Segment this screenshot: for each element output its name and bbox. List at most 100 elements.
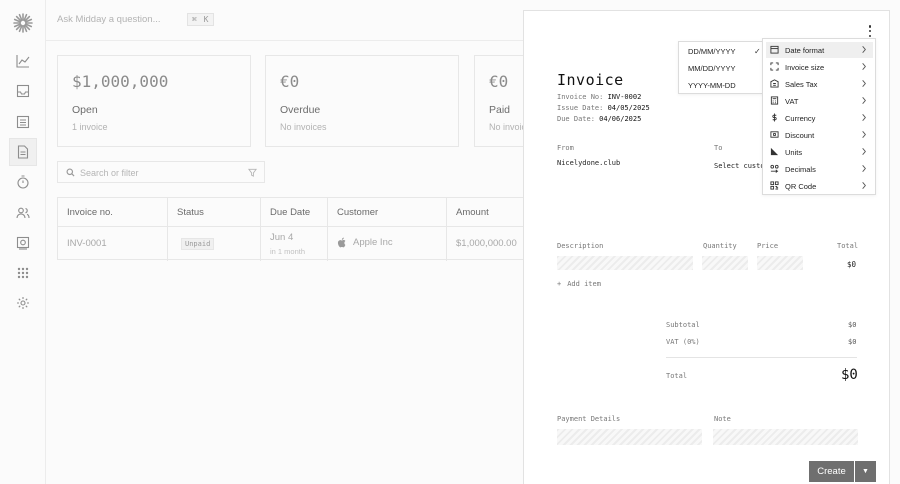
chevron-right-icon bbox=[862, 46, 866, 53]
midday-logo-icon[interactable] bbox=[13, 13, 33, 33]
filter-icon[interactable] bbox=[248, 168, 257, 177]
date-format-option[interactable]: DD/MM/YYYY bbox=[688, 47, 736, 56]
issue-date[interactable]: 04/05/2025 bbox=[608, 104, 650, 112]
add-item-button[interactable]: + Add item bbox=[557, 280, 601, 288]
search-icon bbox=[66, 168, 75, 177]
gear-icon bbox=[17, 297, 29, 309]
cell-amount: $1,000,000.00 bbox=[456, 238, 517, 249]
plus-icon: + bbox=[557, 280, 562, 288]
ask-midday-input[interactable]: Ask Midday a question... bbox=[57, 14, 161, 25]
card-subtext: 1 invoice bbox=[72, 122, 108, 132]
cell-customer[interactable]: Apple Inc bbox=[337, 237, 393, 248]
nav-invoices[interactable] bbox=[9, 138, 37, 166]
ticket-icon bbox=[770, 131, 779, 138]
create-button[interactable]: Create bbox=[809, 461, 854, 482]
column-header-status[interactable]: Status bbox=[177, 207, 204, 218]
column-header-due-date[interactable]: Due Date bbox=[270, 207, 310, 218]
nav-inbox[interactable] bbox=[11, 79, 35, 103]
search-input[interactable]: Search or filter bbox=[80, 168, 139, 178]
nav-transactions[interactable] bbox=[11, 110, 35, 134]
search-filter-bar[interactable]: Search or filter bbox=[57, 161, 265, 183]
nav-tracker[interactable] bbox=[11, 170, 35, 194]
vat-label[interactable]: VAT (0%) bbox=[666, 338, 700, 346]
column-divider bbox=[260, 198, 261, 261]
from-field[interactable]: Nicelydone.club bbox=[557, 159, 620, 167]
customer-name: Apple Inc bbox=[353, 237, 393, 248]
subtotal-value: $0 bbox=[848, 321, 857, 329]
vat-value: $0 bbox=[848, 338, 857, 346]
payment-details-input[interactable] bbox=[557, 429, 702, 445]
calendar-icon bbox=[770, 45, 779, 54]
menu-item-qr-code[interactable]: QR Code bbox=[766, 178, 873, 194]
nav-apps[interactable] bbox=[11, 261, 35, 285]
issue-date-row[interactable]: Issue Date: 04/05/2025 bbox=[557, 104, 650, 112]
nav-overview[interactable] bbox=[11, 49, 35, 73]
column-header-invoice-no[interactable]: Invoice no. bbox=[67, 207, 113, 218]
check-icon: ✓ bbox=[754, 47, 761, 56]
menu-item-vat[interactable]: VAT bbox=[766, 93, 873, 109]
expand-icon bbox=[770, 62, 779, 71]
status-badge: Unpaid bbox=[181, 238, 215, 250]
grand-total-label: Total bbox=[666, 372, 688, 380]
summary-card-paid[interactable]: €0 Paid No invoic bbox=[474, 55, 526, 147]
cell-status: Unpaid bbox=[181, 238, 215, 250]
menu-item-units[interactable]: Units bbox=[766, 144, 873, 160]
quantity-input[interactable] bbox=[702, 256, 748, 270]
menu-item-date-format[interactable]: Date format bbox=[766, 42, 873, 58]
select-customer-field[interactable]: Select custo bbox=[714, 162, 765, 170]
cell-invoice-no[interactable]: INV-0001 bbox=[67, 238, 107, 249]
chevron-right-icon bbox=[862, 165, 866, 172]
totals-divider bbox=[666, 357, 857, 358]
due-date-row[interactable]: Due Date: 04/06/2025 bbox=[557, 115, 641, 123]
description-input[interactable] bbox=[557, 256, 693, 270]
subtotal-label: Subtotal bbox=[666, 321, 700, 329]
column-divider bbox=[327, 198, 328, 261]
invoice-icon bbox=[17, 145, 29, 159]
nav-customers[interactable] bbox=[11, 201, 35, 225]
total-label: Total bbox=[837, 242, 859, 250]
invoice-number[interactable]: INV-0002 bbox=[608, 93, 642, 101]
column-divider bbox=[446, 198, 447, 261]
menu-item-discount[interactable]: Discount bbox=[766, 127, 873, 143]
menu-item-currency[interactable]: Currency bbox=[766, 110, 873, 126]
summary-card-overdue[interactable]: €0 Overdue No invoices bbox=[265, 55, 459, 147]
timer-icon bbox=[17, 175, 29, 189]
inbox-icon bbox=[16, 84, 30, 98]
create-options-button[interactable]: ▼ bbox=[855, 461, 876, 482]
note-input[interactable] bbox=[713, 429, 858, 445]
due-date[interactable]: 04/06/2025 bbox=[599, 115, 641, 123]
date-format-option[interactable]: YYYY-MM-DD bbox=[688, 81, 736, 90]
invoice-number-row[interactable]: Invoice No: INV-0002 bbox=[557, 93, 641, 101]
menu-item-sales-tax[interactable]: Sales Tax bbox=[766, 76, 873, 92]
invoice-title[interactable]: Invoice bbox=[557, 71, 624, 89]
nav-vault[interactable] bbox=[11, 231, 35, 255]
due-date-value: Jun 4 bbox=[270, 232, 294, 243]
summary-card-open[interactable]: $1,000,000 Open 1 invoice bbox=[57, 55, 251, 147]
card-label: Paid bbox=[489, 104, 511, 116]
price-input[interactable] bbox=[757, 256, 803, 270]
apple-logo-icon bbox=[337, 237, 346, 248]
apps-grid-icon bbox=[17, 267, 29, 279]
building-icon bbox=[770, 79, 779, 88]
quantity-label: Quantity bbox=[703, 242, 737, 250]
card-amount: $1,000,000 bbox=[72, 72, 169, 91]
date-format-submenu: DD/MM/YYYY ✓ MM/DD/YYYY YYYY-MM-DD bbox=[678, 41, 764, 94]
chevron-right-icon bbox=[862, 114, 866, 121]
card-label: Overdue bbox=[280, 104, 321, 116]
cell-due-date: Jun 4 in 1 month bbox=[270, 232, 305, 256]
ruler-icon bbox=[770, 147, 779, 156]
invoices-table: Invoice no. Status Due Date Customer Amo… bbox=[57, 197, 528, 261]
more-options-icon[interactable] bbox=[866, 24, 874, 38]
nav-settings[interactable] bbox=[11, 291, 35, 315]
card-amount: €0 bbox=[280, 72, 300, 91]
calculator-icon bbox=[770, 96, 779, 105]
column-header-customer[interactable]: Customer bbox=[337, 207, 378, 218]
header-divider bbox=[46, 40, 526, 41]
date-format-option[interactable]: MM/DD/YYYY bbox=[688, 64, 736, 73]
chevron-right-icon bbox=[862, 182, 866, 189]
column-header-amount[interactable]: Amount bbox=[456, 207, 489, 218]
chart-icon bbox=[16, 55, 30, 68]
menu-item-decimals[interactable]: Decimals bbox=[766, 161, 873, 177]
sidebar bbox=[0, 0, 46, 484]
menu-item-invoice-size[interactable]: Invoice size bbox=[766, 59, 873, 75]
